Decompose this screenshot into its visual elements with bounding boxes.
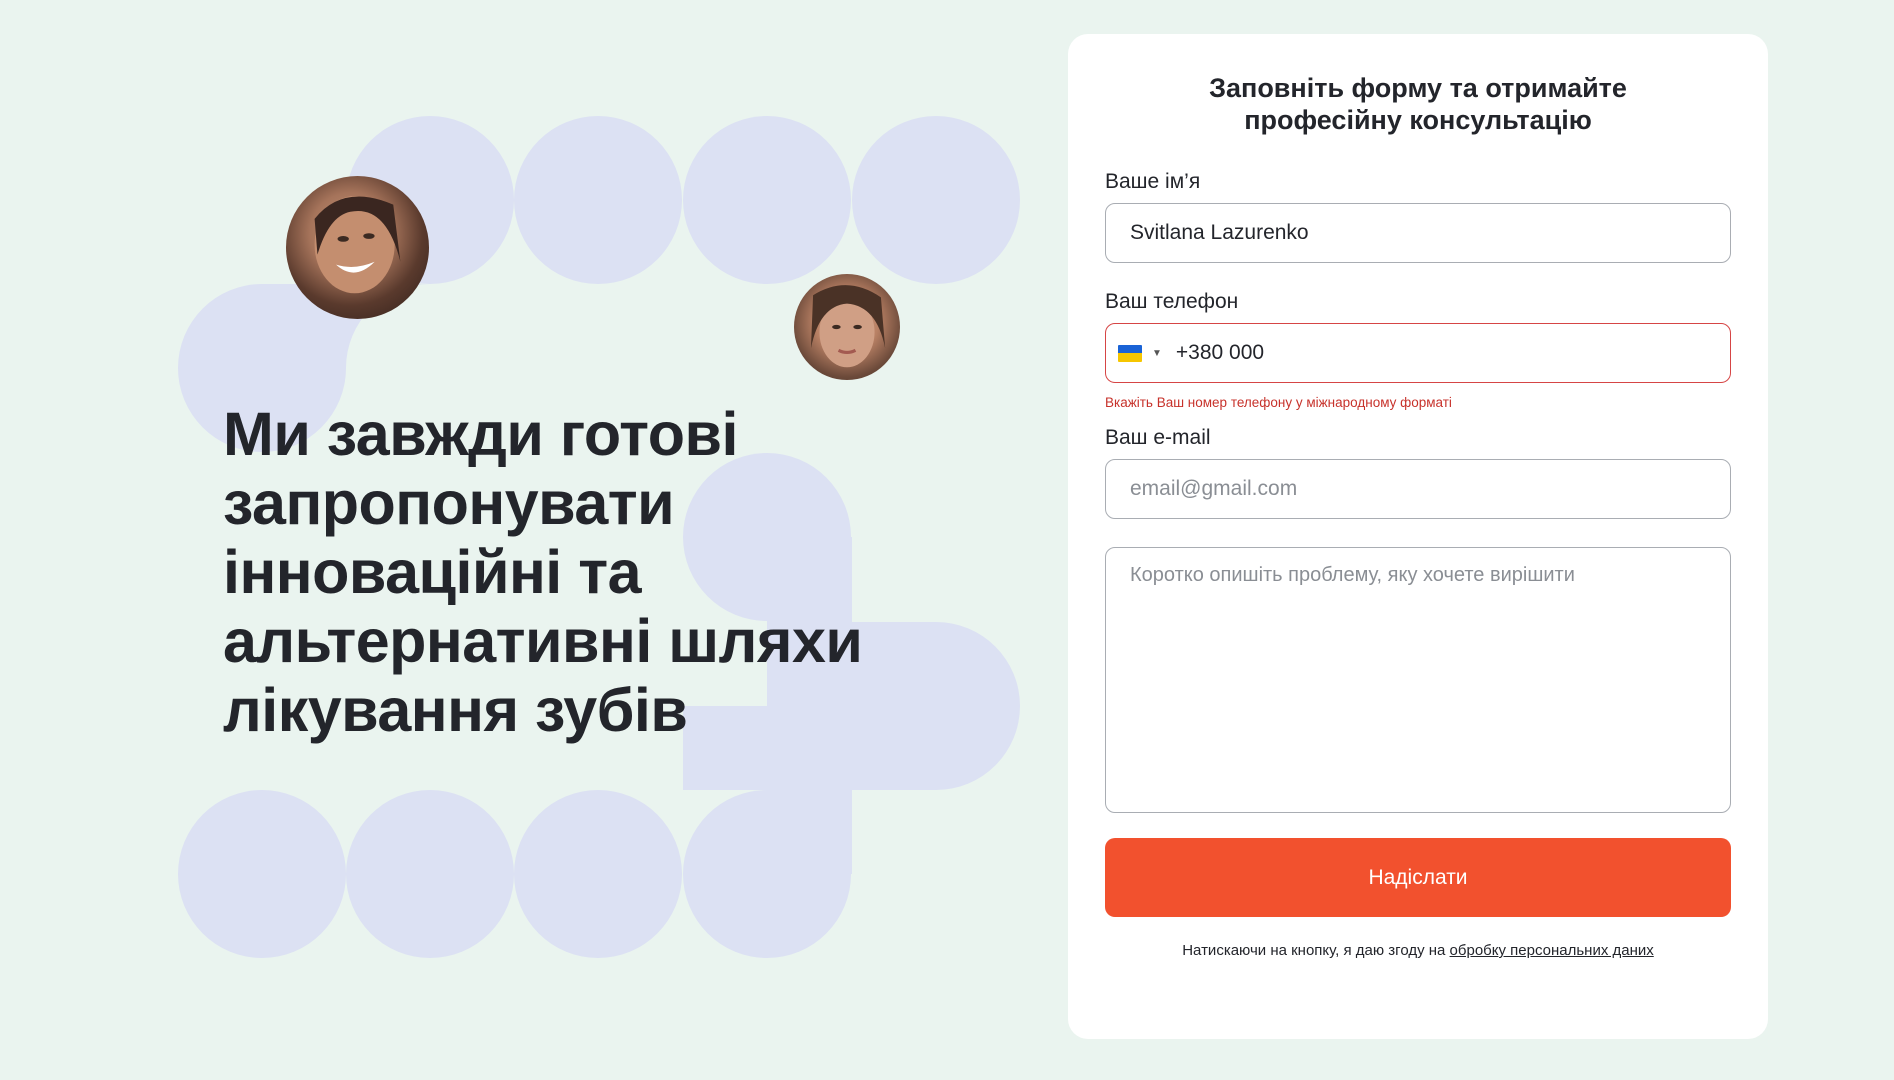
email-input[interactable]: email@gmail.com: [1105, 459, 1731, 519]
phone-label: Ваш телефон: [1105, 290, 1239, 313]
phone-error-message: Вкажіть Ваш номер телефону у міжнародном…: [1105, 395, 1452, 410]
hero-headline: Ми завжди готові запропонувати інновацій…: [223, 400, 863, 744]
patient-photo-1: [286, 176, 429, 319]
phone-input[interactable]: ▼ +380 000: [1105, 323, 1731, 383]
ukraine-flag-icon: [1118, 344, 1142, 362]
chevron-down-icon: ▼: [1152, 347, 1162, 359]
page: Ми завжди готові запропонувати інновацій…: [0, 0, 1894, 1080]
email-placeholder: email@gmail.com: [1130, 477, 1298, 500]
message-textarea[interactable]: Коротко опишіть проблему, яку хочете вир…: [1105, 547, 1731, 813]
consent-text: Натискаючи на кнопку, я даю згоду на: [1182, 942, 1450, 959]
privacy-policy-link[interactable]: обробку персональних даних: [1450, 942, 1654, 959]
name-label: Ваше ім’я: [1105, 170, 1201, 193]
submit-button[interactable]: Надіслати: [1105, 838, 1731, 917]
patient-photo-2: [794, 274, 900, 380]
form-title: Заповніть форму та отримайте професійну …: [1209, 73, 1627, 135]
message-placeholder: Коротко опишіть проблему, яку хочете вир…: [1130, 564, 1575, 586]
name-input[interactable]: Svitlana Lazurenko: [1105, 203, 1731, 263]
name-input-value: Svitlana Lazurenko: [1130, 221, 1309, 244]
consent-note: Натискаючи на кнопку, я даю згоду на обр…: [1128, 940, 1708, 961]
consultation-form-card: Заповніть форму та отримайте професійну …: [1068, 34, 1768, 1039]
email-label: Ваш e-mail: [1105, 426, 1211, 449]
country-selector[interactable]: ▼: [1118, 344, 1162, 362]
phone-input-value: +380 000: [1175, 341, 1265, 364]
decorative-background: Ми завжди готові запропонувати інновацій…: [0, 0, 1060, 1080]
